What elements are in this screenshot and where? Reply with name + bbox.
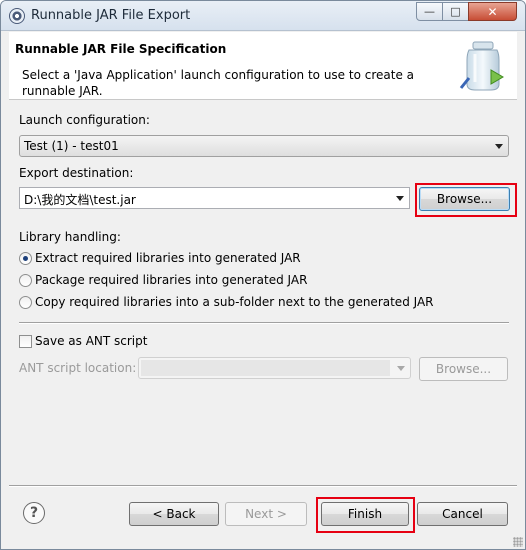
ant-location-label: ANT script location:: [19, 361, 137, 375]
page-title: Runnable JAR File Specification: [15, 42, 227, 56]
window-title: Runnable JAR File Export: [31, 8, 191, 23]
package-libraries-radio[interactable]: [19, 274, 32, 287]
maximize-button[interactable]: □: [442, 2, 469, 21]
help-icon[interactable]: ?: [23, 502, 45, 524]
chevron-down-icon: [495, 144, 503, 149]
resize-grip-icon[interactable]: [513, 537, 523, 547]
extract-libraries-label[interactable]: Extract required libraries into generate…: [35, 251, 301, 265]
chevron-down-icon[interactable]: [396, 196, 404, 201]
launch-config-select[interactable]: Test (1) - test01: [19, 135, 509, 157]
copy-libraries-label[interactable]: Copy required libraries into a sub-folde…: [35, 295, 434, 309]
back-button[interactable]: < Back: [129, 502, 219, 526]
ant-location-field: [141, 360, 390, 376]
footer-divider: [9, 485, 517, 487]
browse-destination-button[interactable]: Browse...: [419, 187, 510, 211]
section-divider: [19, 322, 509, 324]
jar-export-icon: [459, 41, 504, 91]
package-libraries-label[interactable]: Package required libraries into generate…: [35, 273, 307, 287]
chevron-down-icon: [397, 366, 405, 371]
cancel-button[interactable]: Cancel: [417, 502, 508, 526]
export-destination-input[interactable]: D:\我的文档\test.jar: [19, 187, 410, 209]
minimize-button[interactable]: —: [416, 2, 443, 21]
copy-libraries-radio[interactable]: [19, 296, 32, 309]
launch-config-value: Test (1) - test01: [24, 139, 119, 153]
browse-ant-button: Browse...: [419, 357, 508, 381]
export-dialog: Runnable JAR File Export — □ ✕ Runnable …: [0, 0, 526, 550]
save-ant-label[interactable]: Save as ANT script: [35, 334, 147, 348]
maximize-icon: □: [450, 5, 461, 18]
next-button: Next >: [225, 502, 307, 526]
eclipse-icon: [9, 8, 25, 24]
library-handling-label: Library handling:: [19, 230, 121, 244]
wizard-banner: Runnable JAR File Specification Select a…: [9, 32, 517, 100]
close-icon: ✕: [487, 4, 498, 19]
export-destination-value: D:\我的文档\test.jar: [24, 193, 136, 207]
finish-button[interactable]: Finish: [321, 502, 409, 526]
export-destination-label: Export destination:: [19, 166, 134, 180]
ant-location-input: [138, 357, 411, 379]
page-description: Select a 'Java Application' launch confi…: [22, 68, 414, 98]
save-ant-checkbox[interactable]: [19, 335, 32, 348]
launch-config-label: Launch configuration:: [19, 113, 150, 127]
title-bar[interactable]: Runnable JAR File Export — □ ✕: [1, 1, 525, 31]
extract-libraries-radio[interactable]: [19, 252, 32, 265]
close-button[interactable]: ✕: [468, 2, 517, 21]
minimize-icon: —: [424, 5, 435, 18]
